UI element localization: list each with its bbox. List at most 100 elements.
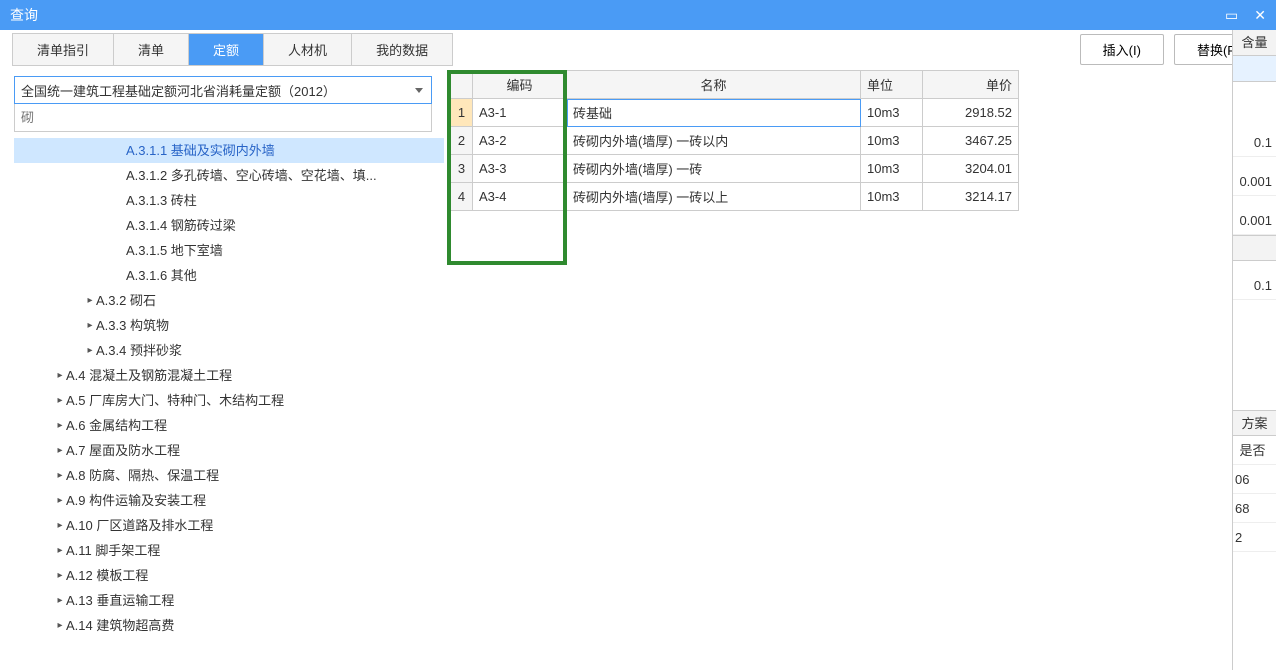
tree-label: A.3.1.4 钢筋砖过梁: [126, 213, 236, 238]
col-rownum: [451, 71, 473, 99]
quota-select[interactable]: 全国统一建筑工程基础定额河北省消耗量定额（2012）: [14, 76, 432, 104]
minimize-icon[interactable]: ▭: [1225, 0, 1238, 30]
tree-item[interactable]: ▸A.4 混凝土及钢筋混凝土工程: [14, 363, 444, 388]
titlebar: 查询 ▭ ✕: [0, 0, 1276, 30]
code-cell: A3-2: [473, 127, 567, 155]
insert-button[interactable]: 插入(I): [1080, 34, 1164, 65]
name-cell: 砖砌内外墙(墙厚) 一砖: [567, 155, 861, 183]
price-cell: 2918.52: [923, 99, 1019, 127]
side-val: 0.001: [1233, 206, 1276, 235]
code-cell: A3-1: [473, 99, 567, 127]
side-gap2: [1233, 235, 1276, 261]
side-row: 68: [1233, 494, 1276, 523]
side-header-1: 含量: [1233, 30, 1276, 56]
side-val: 0.1: [1233, 271, 1276, 300]
quota-select-value: 全国统一建筑工程基础定额河北省消耗量定额（2012）: [21, 81, 336, 100]
table-row[interactable]: 1A3-1砖基础10m32918.52: [451, 99, 1019, 127]
tree-label: A.3.1.6 其他: [126, 263, 197, 288]
tab-3[interactable]: 人材机: [264, 34, 352, 65]
tree-item[interactable]: A.3.1.2 多孔砖墙、空心砖墙、空花墙、填...: [14, 163, 444, 188]
chevron-right-icon: ▸: [84, 288, 96, 313]
tree-item[interactable]: ▸A.8 防腐、隔热、保温工程: [14, 463, 444, 488]
chevron-right-icon: ▸: [54, 388, 66, 413]
chevron-right-icon: ▸: [84, 338, 96, 363]
tree-item[interactable]: ▸A.12 模板工程: [14, 563, 444, 588]
code-cell: A3-4: [473, 183, 567, 211]
tree-label: A.10 厂区道路及排水工程: [66, 513, 213, 538]
tree-item[interactable]: ▸A.5 厂库房大门、特种门、木结构工程: [14, 388, 444, 413]
table-row[interactable]: 4A3-4砖砌内外墙(墙厚) 一砖以上10m33214.17: [451, 183, 1019, 211]
price-cell: 3467.25: [923, 127, 1019, 155]
price-cell: 3214.17: [923, 183, 1019, 211]
tree-item[interactable]: ▸A.11 脚手架工程: [14, 538, 444, 563]
rownum-cell: 4: [451, 183, 473, 211]
chevron-right-icon: ▸: [54, 413, 66, 438]
tab-bar: 清单指引清单定额人材机我的数据: [12, 33, 453, 66]
close-icon[interactable]: ✕: [1254, 0, 1266, 30]
tree-item[interactable]: ▸A.10 厂区道路及排水工程: [14, 513, 444, 538]
code-cell: A3-3: [473, 155, 567, 183]
tab-4[interactable]: 我的数据: [352, 34, 452, 65]
chevron-right-icon: ▸: [54, 588, 66, 613]
col-code[interactable]: 编码: [473, 71, 567, 99]
tree-label: A.3.4 预拌砂浆: [96, 338, 182, 363]
toolbar: 清单指引清单定额人材机我的数据 插入(I) 替换(R): [0, 30, 1276, 70]
rownum-cell: 2: [451, 127, 473, 155]
name-cell: 砖砌内外墙(墙厚) 一砖以上: [567, 183, 861, 211]
col-price[interactable]: 单价: [923, 71, 1019, 99]
tab-0[interactable]: 清单指引: [13, 34, 114, 65]
category-tree[interactable]: A.3.1.1 基础及实砌内外墙A.3.1.2 多孔砖墙、空心砖墙、空花墙、填.…: [14, 138, 444, 670]
side-row: 是否: [1233, 436, 1276, 465]
rownum-cell: 3: [451, 155, 473, 183]
tree-item[interactable]: A.3.1.1 基础及实砌内外墙: [14, 138, 444, 163]
tree-label: A.3.1.3 砖柱: [126, 188, 197, 213]
side-row: 2: [1233, 523, 1276, 552]
tree-item[interactable]: ▸A.3.2 砌石: [14, 288, 444, 313]
unit-cell: 10m3: [861, 155, 923, 183]
chevron-right-icon: ▸: [54, 513, 66, 538]
unit-cell: 10m3: [861, 127, 923, 155]
chevron-right-icon: ▸: [54, 488, 66, 513]
name-cell: 砖砌内外墙(墙厚) 一砖以内: [567, 127, 861, 155]
rownum-cell: 1: [451, 99, 473, 127]
tab-1[interactable]: 清单: [114, 34, 189, 65]
tree-item[interactable]: A.3.1.3 砖柱: [14, 188, 444, 213]
chevron-right-icon: ▸: [54, 363, 66, 388]
tree-item[interactable]: ▸A.7 屋面及防水工程: [14, 438, 444, 463]
tree-label: A.3.1.1 基础及实砌内外墙: [126, 138, 275, 163]
tree-label: A.9 构件运输及安装工程: [66, 488, 206, 513]
unit-cell: 10m3: [861, 99, 923, 127]
tree-label: A.3.1.2 多孔砖墙、空心砖墙、空花墙、填...: [126, 163, 377, 188]
tree-item[interactable]: ▸A.3.3 构筑物: [14, 313, 444, 338]
price-cell: 3204.01: [923, 155, 1019, 183]
tree-label: A.7 屋面及防水工程: [66, 438, 180, 463]
unit-cell: 10m3: [861, 183, 923, 211]
search-input[interactable]: [14, 104, 432, 132]
tree-item[interactable]: ▸A.6 金属结构工程: [14, 413, 444, 438]
tree-item[interactable]: ▸A.9 构件运输及安装工程: [14, 488, 444, 513]
table-row[interactable]: 2A3-2砖砌内外墙(墙厚) 一砖以内10m33467.25: [451, 127, 1019, 155]
tree-label: A.11 脚手架工程: [66, 538, 160, 563]
col-unit[interactable]: 单位: [861, 71, 923, 99]
tree-label: A.3.2 砌石: [96, 288, 156, 313]
name-cell: 砖基础: [567, 99, 861, 127]
chevron-right-icon: ▸: [54, 613, 66, 638]
tree-item[interactable]: ▸A.3.4 预拌砂浆: [14, 338, 444, 363]
col-name[interactable]: 名称: [567, 71, 861, 99]
left-panel: 全国统一建筑工程基础定额河北省消耗量定额（2012） A.3.1.1 基础及实砌…: [0, 70, 444, 670]
side-gap: [1233, 82, 1276, 128]
tree-label: A.4 混凝土及钢筋混凝土工程: [66, 363, 232, 388]
side-strip: 含量 0.1 0.001 0.001 0.1 方案 是否 06 68 2: [1232, 30, 1276, 670]
tree-item[interactable]: ▸A.14 建筑物超高费: [14, 613, 444, 638]
tree-label: A.14 建筑物超高费: [66, 613, 174, 638]
chevron-right-icon: ▸: [54, 463, 66, 488]
tab-2[interactable]: 定额: [189, 34, 264, 65]
tree-item[interactable]: A.3.1.6 其他: [14, 263, 444, 288]
tree-label: A.6 金属结构工程: [66, 413, 167, 438]
tree-item[interactable]: ▸A.13 垂直运输工程: [14, 588, 444, 613]
tree-item[interactable]: A.3.1.4 钢筋砖过梁: [14, 213, 444, 238]
chevron-right-icon: ▸: [54, 438, 66, 463]
tree-label: A.5 厂库房大门、特种门、木结构工程: [66, 388, 284, 413]
table-row[interactable]: 3A3-3砖砌内外墙(墙厚) 一砖10m33204.01: [451, 155, 1019, 183]
tree-item[interactable]: A.3.1.5 地下室墙: [14, 238, 444, 263]
